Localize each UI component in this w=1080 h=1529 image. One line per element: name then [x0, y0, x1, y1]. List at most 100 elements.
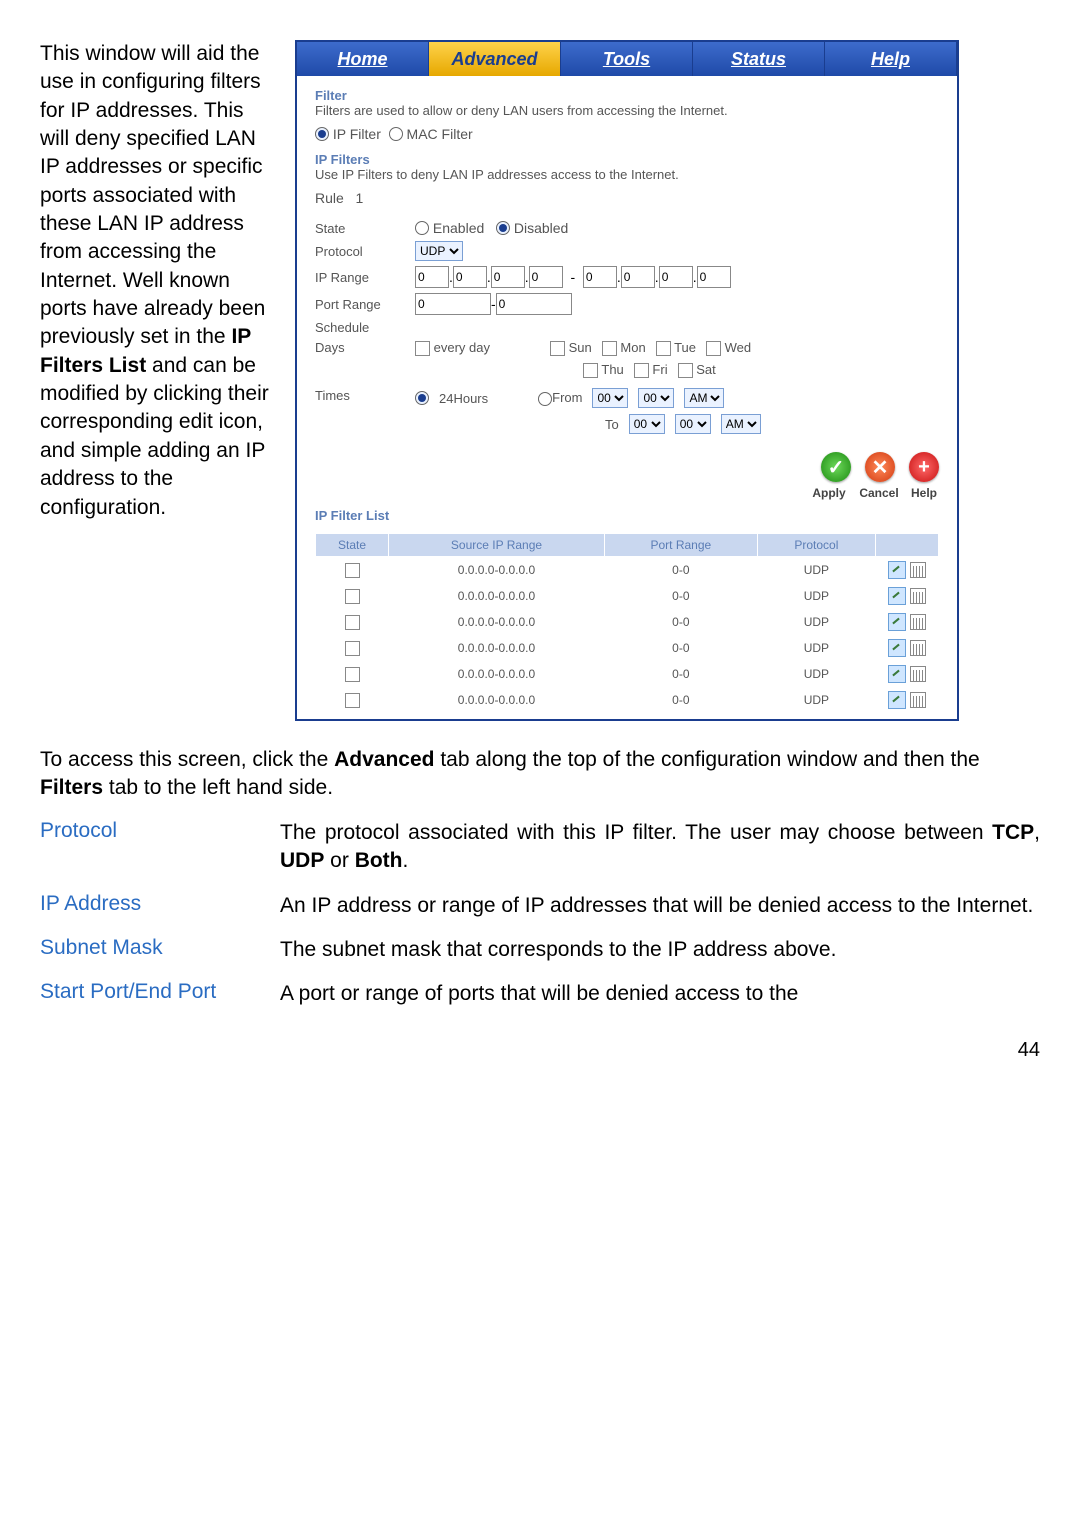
to-label: To	[605, 417, 619, 432]
row-state[interactable]	[345, 641, 360, 656]
from-min[interactable]: 00	[638, 388, 674, 408]
router-config-window: Home Advanced Tools Status Help Filter F…	[295, 40, 959, 721]
iprange-label: IP Range	[315, 270, 415, 285]
tab-help[interactable]: Help	[825, 42, 957, 76]
ipfilters-title: IP Filters	[315, 152, 939, 167]
ip-b2[interactable]	[621, 266, 655, 288]
delete-icon[interactable]	[910, 666, 926, 682]
mac-filter-label: MAC Filter	[407, 126, 473, 142]
protocol-label: Protocol	[315, 244, 415, 259]
port-end[interactable]	[496, 293, 572, 315]
cb-tue[interactable]	[656, 341, 671, 356]
row-state[interactable]	[345, 667, 360, 682]
param-subnet-val: The subnet mask that corresponds to the …	[280, 936, 1040, 964]
delete-icon[interactable]	[910, 588, 926, 604]
ip-a2[interactable]	[453, 266, 487, 288]
edit-icon[interactable]	[888, 561, 906, 579]
delete-icon[interactable]	[910, 614, 926, 630]
ip-a4[interactable]	[529, 266, 563, 288]
th-src: Source IP Range	[389, 534, 605, 557]
portrange-label: Port Range	[315, 297, 415, 312]
tab-advanced[interactable]: Advanced	[429, 42, 561, 76]
to-ampm[interactable]: AM	[721, 414, 761, 434]
param-port-label: Start Port/End Port	[40, 980, 280, 1008]
edit-icon[interactable]	[888, 665, 906, 683]
radio-from[interactable]	[538, 392, 552, 406]
h24-label: 24Hours	[439, 391, 488, 406]
tab-tools[interactable]: Tools	[561, 42, 693, 76]
row-state[interactable]	[345, 563, 360, 578]
ip-filter-label: IP Filter	[333, 126, 381, 142]
protocol-select[interactable]: UDP	[415, 241, 463, 261]
everyday-label: every day	[434, 340, 490, 355]
radio-disabled[interactable]	[496, 221, 510, 235]
to-hour[interactable]: 00	[629, 414, 665, 434]
tue-label: Tue	[674, 340, 696, 355]
radio-enabled[interactable]	[415, 221, 429, 235]
rule-label: Rule 1	[315, 190, 939, 206]
table-row: 0.0.0.0-0.0.0.00-0UDP	[316, 557, 939, 584]
tab-status[interactable]: Status	[693, 42, 825, 76]
ipfilters-desc: Use IP Filters to deny LAN IP addresses …	[315, 167, 939, 182]
from-hour[interactable]: 00	[592, 388, 628, 408]
radio-mac-filter[interactable]	[389, 127, 403, 141]
radio-24hours[interactable]	[415, 391, 429, 405]
help-caption: Help	[909, 486, 939, 500]
row-state[interactable]	[345, 589, 360, 604]
delete-icon[interactable]	[910, 692, 926, 708]
param-protocol-val: The protocol associated with this IP fil…	[280, 819, 1040, 876]
filter-title: Filter	[315, 88, 939, 103]
disabled-label: Disabled	[514, 220, 568, 236]
ip-a1[interactable]	[415, 266, 449, 288]
cancel-button[interactable]: ✕	[865, 452, 895, 482]
to-min[interactable]: 00	[675, 414, 711, 434]
filter-desc: Filters are used to allow or deny LAN us…	[315, 103, 939, 118]
apply-caption: Apply	[809, 486, 849, 500]
tab-bar: Home Advanced Tools Status Help	[297, 42, 957, 76]
table-row: 0.0.0.0-0.0.0.00-0UDP	[316, 635, 939, 661]
thu-label: Thu	[601, 362, 623, 377]
fri-label: Fri	[652, 362, 667, 377]
tab-home[interactable]: Home	[297, 42, 429, 76]
cb-sat[interactable]	[678, 363, 693, 378]
sat-label: Sat	[696, 362, 716, 377]
port-start[interactable]	[415, 293, 491, 315]
table-row: 0.0.0.0-0.0.0.00-0UDP	[316, 583, 939, 609]
th-proto: Protocol	[757, 534, 875, 557]
sun-label: Sun	[569, 340, 592, 355]
delete-icon[interactable]	[910, 640, 926, 656]
delete-icon[interactable]	[910, 562, 926, 578]
enabled-label: Enabled	[433, 220, 484, 236]
left-explanation: This window will aid the use in configur…	[40, 40, 275, 522]
th-state: State	[316, 534, 389, 557]
cb-thu[interactable]	[583, 363, 598, 378]
state-label: State	[315, 221, 415, 236]
from-ampm[interactable]: AM	[684, 388, 724, 408]
ip-b4[interactable]	[697, 266, 731, 288]
param-ip-label: IP Address	[40, 892, 280, 920]
cb-wed[interactable]	[706, 341, 721, 356]
param-ip-val: An IP address or range of IP addresses t…	[280, 892, 1040, 920]
wed-label: Wed	[725, 340, 752, 355]
cb-everyday[interactable]	[415, 341, 430, 356]
edit-icon[interactable]	[888, 639, 906, 657]
row-state[interactable]	[345, 615, 360, 630]
ip-b1[interactable]	[583, 266, 617, 288]
days-label: Days	[315, 340, 415, 355]
ip-a3[interactable]	[491, 266, 525, 288]
apply-button[interactable]: ✓	[821, 452, 851, 482]
cb-fri[interactable]	[634, 363, 649, 378]
radio-ip-filter[interactable]	[315, 127, 329, 141]
mon-label: Mon	[620, 340, 645, 355]
param-protocol-label: Protocol	[40, 819, 280, 876]
edit-icon[interactable]	[888, 691, 906, 709]
cb-mon[interactable]	[602, 341, 617, 356]
row-state[interactable]	[345, 693, 360, 708]
help-button[interactable]: +	[909, 452, 939, 482]
from-label: From	[552, 390, 582, 405]
edit-icon[interactable]	[888, 613, 906, 631]
param-subnet-label: Subnet Mask	[40, 936, 280, 964]
cb-sun[interactable]	[550, 341, 565, 356]
edit-icon[interactable]	[888, 587, 906, 605]
ip-b3[interactable]	[659, 266, 693, 288]
